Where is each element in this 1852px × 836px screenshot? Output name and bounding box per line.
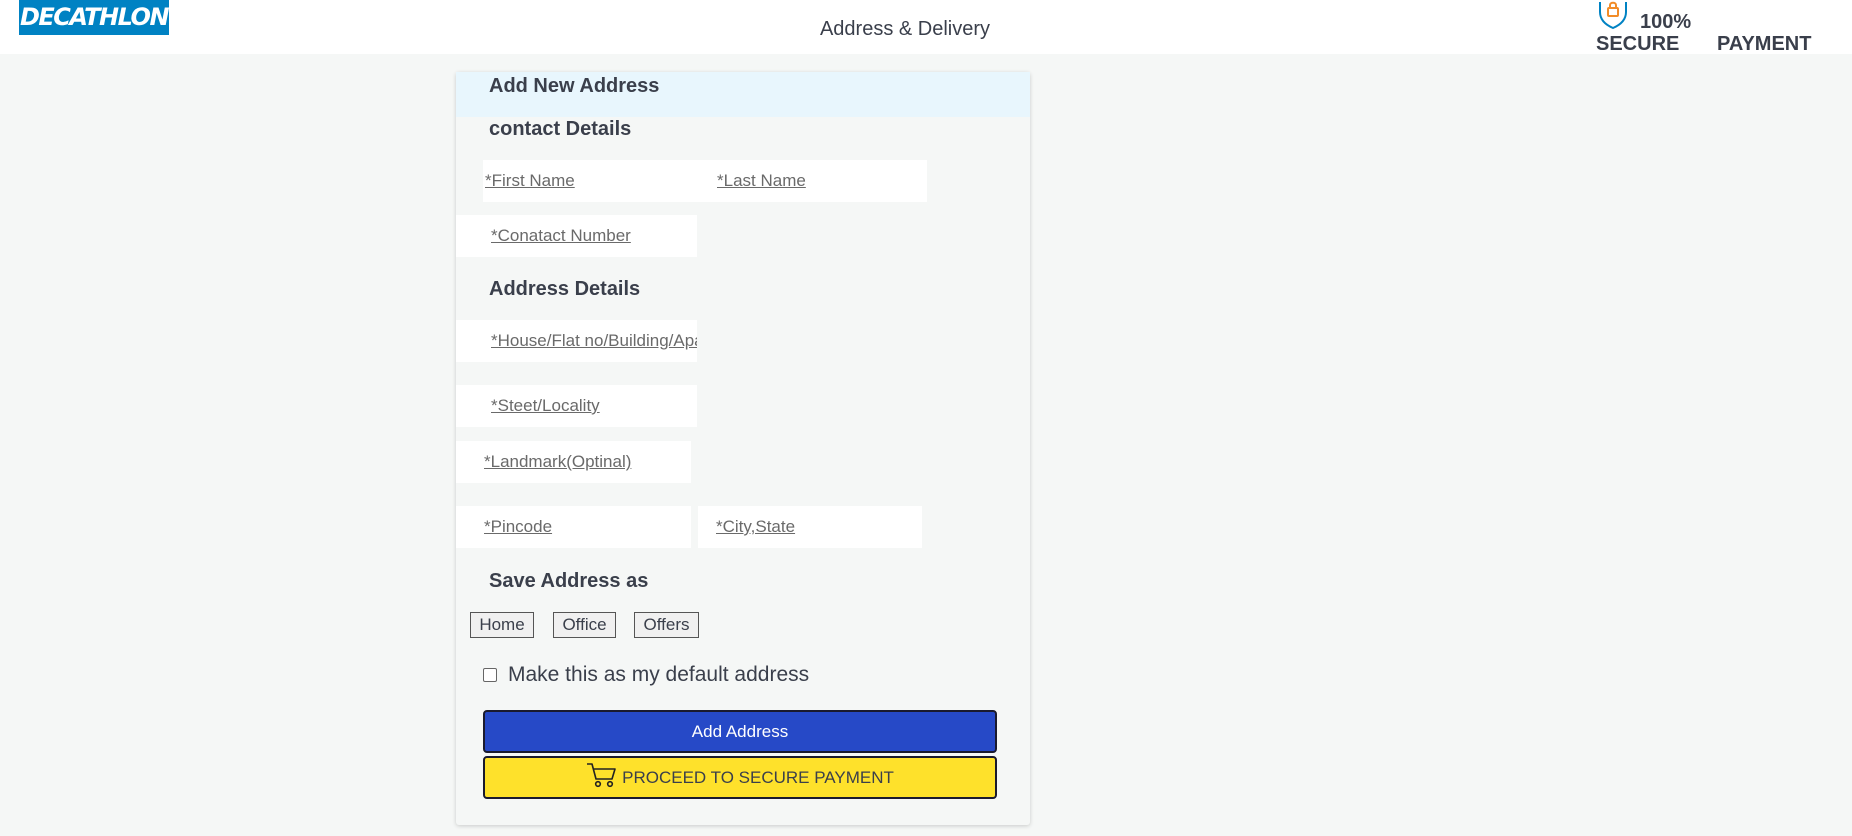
decathlon-logo[interactable]: DECATHLON xyxy=(19,0,170,35)
secure-percent: 100% xyxy=(1640,11,1692,33)
default-address-label: Make this as my default address xyxy=(508,663,810,686)
contact-number-placeholder: *Conatact Number xyxy=(491,226,631,245)
last-name-placeholder: *Last Name xyxy=(717,171,806,190)
city-state-placeholder: *City,State xyxy=(716,517,796,536)
shield-lock-icon xyxy=(1599,1,1627,30)
house-placeholder: *House/Flat no/Building/Apartment xyxy=(491,331,697,350)
secure-payment-badge: 100% SECURE PAYMENT xyxy=(1596,0,1836,55)
save-as-home-button[interactable]: Home xyxy=(470,612,534,638)
secure-label: SECURE xyxy=(1596,33,1680,55)
save-as-offers-button[interactable]: Offers xyxy=(634,612,699,638)
default-address-checkbox[interactable] xyxy=(483,668,497,682)
contact-number-field[interactable]: *Conatact Number xyxy=(456,215,697,257)
shopping-cart-icon xyxy=(587,763,616,788)
payment-label: PAYMENT xyxy=(1717,33,1812,55)
pincode-placeholder: *Pincode xyxy=(484,517,553,536)
top-header: DECATHLON Address & Delivery 100% SECURE… xyxy=(0,0,1852,55)
last-name-field[interactable]: *Last Name xyxy=(715,160,927,202)
contact-details-heading: contact Details xyxy=(489,118,632,140)
landmark-placeholder: *Landmark(Optinal) xyxy=(484,452,632,471)
add-address-button[interactable]: Add Address xyxy=(483,710,997,753)
save-address-as-heading: Save Address as xyxy=(489,570,649,592)
street-field[interactable]: *Steet/Locality xyxy=(456,385,697,427)
house-field[interactable]: *House/Flat no/Building/Apartment xyxy=(456,320,697,362)
city-state-field[interactable]: *City,State xyxy=(698,506,922,548)
first-name-field[interactable]: *First Name xyxy=(483,160,715,202)
landmark-field[interactable]: *Landmark(Optinal) xyxy=(456,441,691,483)
card-header: Add New Address xyxy=(456,72,1030,117)
card-title: Add New Address xyxy=(489,75,660,97)
street-placeholder: *Steet/Locality xyxy=(491,396,600,415)
default-address-row[interactable]: Make this as my default address xyxy=(483,662,809,688)
first-name-placeholder: *First Name xyxy=(485,171,575,190)
address-details-heading: Address Details xyxy=(489,278,641,300)
proceed-to-payment-label: PROCEED TO SECURE PAYMENT xyxy=(622,768,894,787)
proceed-to-payment-button[interactable]: PROCEED TO SECURE PAYMENT xyxy=(483,756,997,799)
save-as-office-button[interactable]: Office xyxy=(553,612,616,638)
pincode-field[interactable]: *Pincode xyxy=(456,506,691,548)
page-title: Address & Delivery xyxy=(819,18,991,40)
add-address-card: Add New Address contact Details *First N… xyxy=(456,72,1030,825)
